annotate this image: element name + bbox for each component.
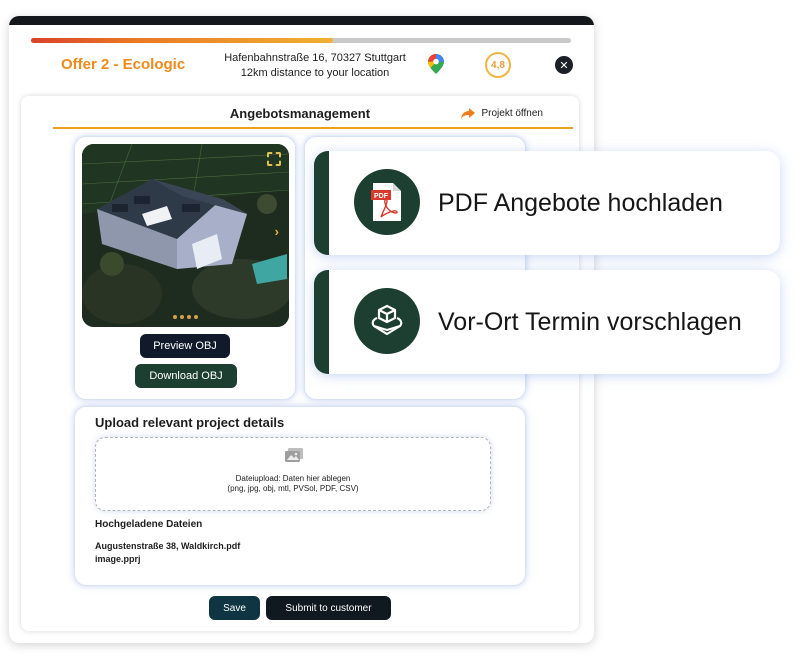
address-text: Hafenbahnstraße 16, 70327 Stuttgart <box>224 52 406 64</box>
progress-bar <box>31 38 571 43</box>
carousel-dot[interactable] <box>187 315 191 319</box>
file-dropzone[interactable]: Dateiupload: Daten hier ablegen (png, jp… <box>95 437 491 511</box>
share-arrow-icon <box>461 108 476 119</box>
uploaded-files-title: Hochgeladene Dateien <box>95 519 203 530</box>
modal-top-bar <box>9 16 594 25</box>
progress-fill <box>31 38 334 43</box>
uploaded-file-item[interactable]: image.pprj <box>95 554 141 564</box>
address-block: Hafenbahnstraße 16, 70327 Stuttgart 12km… <box>215 51 415 81</box>
carousel-dot[interactable] <box>180 315 184 319</box>
project-open-link[interactable]: Projekt öffnen <box>461 108 543 119</box>
suggest-onsite-appointment-card[interactable]: Vor-Ort Termin vorschlagen <box>314 270 780 374</box>
card-accent-bar <box>314 151 329 255</box>
distance-text: 12km distance to your location <box>240 67 390 79</box>
preview-obj-button[interactable]: Preview OBJ <box>140 334 230 358</box>
suggest-onsite-appointment-label: Vor-Ort Termin vorschlagen <box>438 307 742 336</box>
upload-title: Upload relevant project details <box>95 415 285 430</box>
dropzone-line-1: Dateiupload: Daten hier ablegen <box>235 474 351 483</box>
submit-to-customer-button[interactable]: Submit to customer <box>266 596 391 620</box>
media-card: › Preview OBJ Download OBJ <box>74 136 296 400</box>
map-pin-icon[interactable] <box>428 54 444 74</box>
fullscreen-icon[interactable] <box>267 152 281 166</box>
save-button[interactable]: Save <box>209 596 260 620</box>
cube-icon-badge <box>354 288 420 354</box>
carousel-dot[interactable] <box>173 315 177 319</box>
project-open-label: Projekt öffnen <box>481 108 543 119</box>
download-obj-button[interactable]: Download OBJ <box>135 364 237 388</box>
cube-icon <box>371 304 403 336</box>
house-render-image <box>82 144 289 327</box>
dropzone-text: Dateiupload: Daten hier ablegen (png, jp… <box>96 474 490 494</box>
carousel-dots[interactable] <box>82 315 289 319</box>
chevron-right-icon[interactable]: › <box>275 224 279 239</box>
image-icon <box>285 448 303 462</box>
pdf-icon-badge: PDF <box>354 169 420 235</box>
title-underline <box>53 127 573 129</box>
carousel-dot[interactable] <box>194 315 198 319</box>
upload-pdf-offers-card[interactable]: PDF PDF Angebote hochladen <box>314 151 780 255</box>
close-button[interactable]: ✕ <box>555 56 573 74</box>
upload-card: Upload relevant project details Dateiupl… <box>74 406 526 586</box>
project-3d-image[interactable]: › <box>82 144 289 327</box>
uploaded-file-item[interactable]: Augustenstraße 38, Waldkirch.pdf <box>95 541 240 551</box>
card-accent-bar <box>314 270 329 374</box>
upload-pdf-offers-label: PDF Angebote hochladen <box>438 188 723 217</box>
offer-title: Offer 2 - Ecologic <box>61 56 186 73</box>
dropzone-line-2: (png, jpg, obj, mtl, PVSol, PDF, CSV) <box>227 484 359 493</box>
rating-badge: 4,8 <box>485 52 511 78</box>
pdf-icon: PDF <box>371 183 401 221</box>
